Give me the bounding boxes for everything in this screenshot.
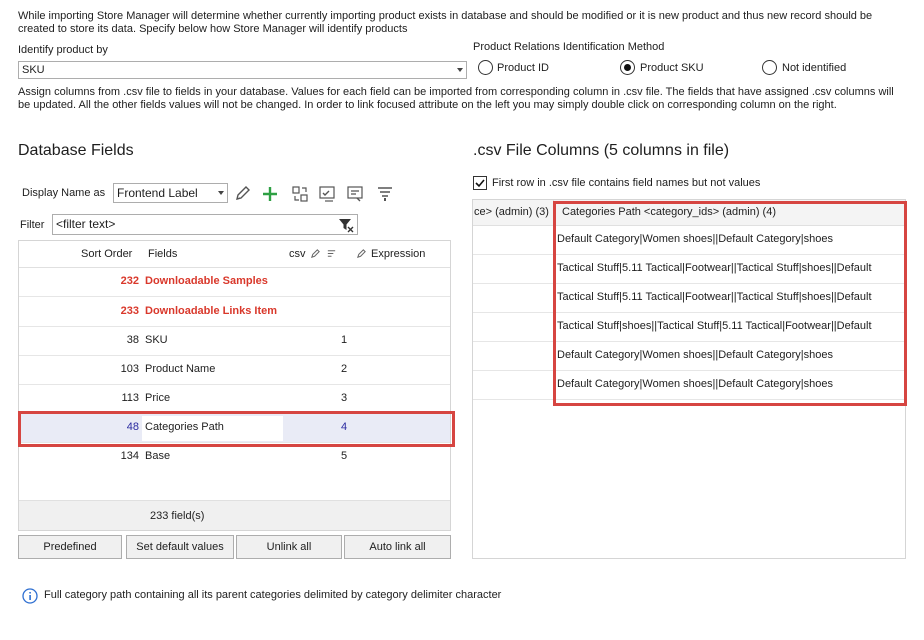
radio-not-identified[interactable]	[762, 60, 777, 75]
filter-label: Filter	[20, 219, 45, 231]
relations-method-label: Product Relations Identification Method	[473, 41, 665, 53]
filter-placeholder: <filter text>	[56, 217, 116, 231]
table-row[interactable]: 113 Price 3	[19, 385, 450, 414]
check-list-icon[interactable]	[317, 184, 337, 204]
table-row[interactable]: 233 Downloadable Links Item	[19, 298, 450, 327]
radio-product-id[interactable]	[478, 60, 493, 75]
highlight-csv-column	[553, 201, 907, 406]
sort-order-cell: 103	[120, 363, 139, 375]
display-name-value: Frontend Label	[117, 186, 198, 200]
sort-order-cell: 38	[126, 334, 139, 346]
sort-order-cell: 113	[121, 392, 139, 404]
identify-product-select[interactable]: SKU	[18, 61, 467, 79]
radio-product-sku[interactable]	[620, 60, 635, 75]
csv-index-cell: 3	[341, 392, 348, 404]
filter-list-icon[interactable]	[375, 184, 395, 204]
pencil-icon	[357, 249, 366, 258]
table-row[interactable]: 38 SKU 1	[19, 327, 450, 356]
predefined-button[interactable]: Predefined	[18, 535, 122, 559]
database-fields-grid[interactable]: Sort Order Fields csv Expression 232 Dow…	[18, 240, 451, 531]
radio-product-id-label: Product ID	[497, 62, 549, 74]
edit-pencil-icon[interactable]	[233, 184, 253, 204]
header-csv[interactable]: csv	[289, 248, 306, 260]
check-icon	[475, 179, 485, 188]
header-sort-order[interactable]: Sort Order	[81, 248, 132, 260]
assign-instructions: Assign columns from .csv file to fields …	[18, 86, 894, 111]
sort-order-cell: 134	[120, 450, 139, 462]
highlight-selected-row	[18, 411, 455, 447]
field-name-cell: SKU	[145, 334, 168, 346]
clear-filter-icon[interactable]	[338, 217, 354, 233]
field-count: 233 field(s)	[150, 510, 205, 522]
link-fields-icon[interactable]	[290, 184, 310, 204]
filter-input[interactable]: <filter text>	[52, 214, 358, 235]
table-row[interactable]: 103 Product Name 2	[19, 356, 450, 385]
field-name-cell: Price	[145, 392, 171, 404]
csv-index-cell: 1	[341, 334, 348, 346]
chevron-down-icon	[218, 191, 224, 195]
sort-order-cell: 233	[120, 305, 139, 317]
display-name-label: Display Name as	[22, 187, 106, 199]
database-fields-title: Database Fields	[18, 142, 134, 159]
add-plus-icon[interactable]	[260, 184, 280, 204]
intro-text: While importing Store Manager will deter…	[18, 10, 873, 35]
csv-col-3-header[interactable]: ce> (admin) (3)	[473, 200, 554, 226]
chevron-down-icon	[457, 68, 463, 72]
identify-product-label: Identify product by	[18, 44, 108, 56]
csv-index-cell: 2	[341, 363, 348, 375]
pencil-icon	[311, 249, 320, 258]
first-row-label: First row in .csv file contains field na…	[492, 177, 761, 189]
expression-icon[interactable]	[345, 184, 365, 204]
identify-product-value: SKU	[22, 64, 45, 76]
header-expression[interactable]: Expression	[371, 248, 425, 260]
info-text: Full category path containing all its pa…	[44, 589, 502, 601]
field-name-cell: Product Name	[145, 363, 216, 375]
unlink-all-button[interactable]: Unlink all	[236, 535, 342, 559]
sort-icon	[327, 250, 336, 257]
field-name-cell: Base	[145, 450, 171, 462]
grid-header: Sort Order Fields csv Expression	[19, 241, 450, 268]
csv-col-3-header-text: ce> (admin) (3)	[474, 206, 549, 218]
field-name-cell: Downloadable Samples	[145, 275, 268, 287]
grid-footer: 233 field(s)	[19, 500, 450, 530]
table-row[interactable]: 134 Base 5	[19, 443, 450, 472]
first-row-checkbox[interactable]	[473, 176, 487, 190]
table-row[interactable]: 232 Downloadable Samples	[19, 268, 450, 297]
auto-link-all-button[interactable]: Auto link all	[344, 535, 451, 559]
csv-columns-title: .csv File Columns (5 columns in file)	[473, 142, 730, 159]
radio-product-sku-label: Product SKU	[640, 62, 704, 74]
sort-order-cell: 232	[120, 275, 139, 287]
info-icon	[22, 588, 38, 604]
csv-index-cell: 5	[341, 450, 348, 462]
display-name-select[interactable]: Frontend Label	[113, 183, 228, 203]
header-fields[interactable]: Fields	[148, 248, 177, 260]
set-default-values-button[interactable]: Set default values	[126, 535, 234, 559]
field-name-cell: Downloadable Links Item	[145, 305, 278, 317]
radio-not-identified-label: Not identified	[782, 62, 847, 74]
